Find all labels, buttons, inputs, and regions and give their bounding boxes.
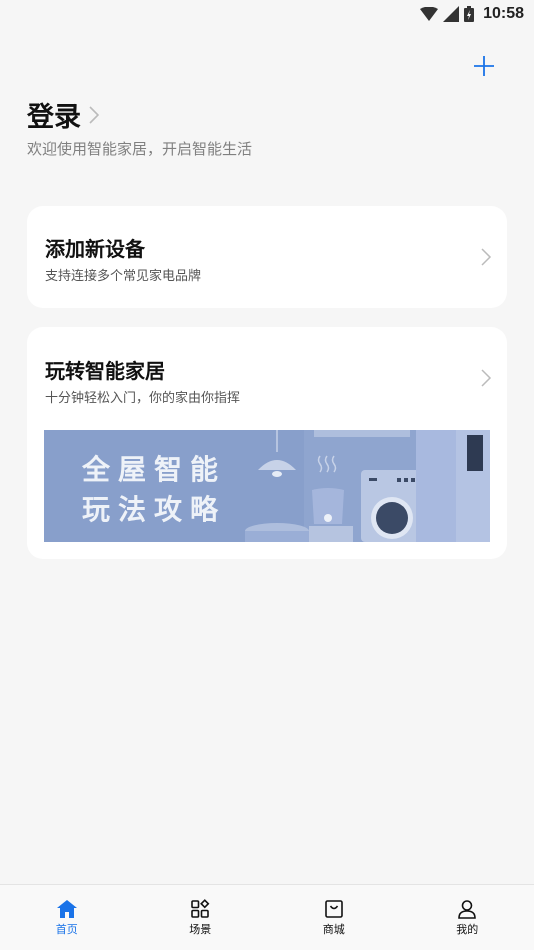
chevron-right-icon <box>481 248 492 266</box>
welcome-subtitle: 欢迎使用智能家居，开启智能生活 <box>27 140 253 158</box>
login-link[interactable]: 登录 <box>27 95 99 134</box>
card-subtitle: 支持连接多个常见家电品牌 <box>45 269 202 284</box>
battery-charging-icon <box>464 6 475 22</box>
tab-scene[interactable]: 场景 <box>134 885 268 950</box>
add-device-card[interactable]: 添加新设备 支持连接多个常见家电品牌 <box>27 206 507 308</box>
smart-home-guide-card[interactable]: 玩转智能家居 十分钟轻松入门，你的家由你指挥 全屋智能 玩法攻略 <box>27 327 507 559</box>
status-bar: 10:58 <box>0 0 534 28</box>
status-time: 10:58 <box>483 5 524 22</box>
card-subtitle: 十分钟轻松入门，你的家由你指挥 <box>45 391 241 406</box>
chevron-right-icon <box>481 369 492 387</box>
guide-banner[interactable]: 全屋智能 玩法攻略 <box>44 430 490 542</box>
banner-text-line2: 玩法攻略 <box>82 493 227 526</box>
chevron-right-icon <box>89 105 99 124</box>
home-icon <box>56 900 77 918</box>
tab-home[interactable]: 首页 <box>0 885 134 950</box>
login-title: 登录 <box>27 102 81 133</box>
tab-label: 我的 <box>456 923 479 936</box>
bottom-tab-bar: 首页 场景 商城 我的 <box>0 884 534 950</box>
shopping-bag-icon <box>324 900 343 918</box>
cellular-signal-icon <box>443 6 460 22</box>
tab-label: 商城 <box>322 923 345 936</box>
tab-profile[interactable]: 我的 <box>401 885 534 950</box>
wifi-icon <box>420 7 439 21</box>
add-device-button[interactable] <box>470 52 498 80</box>
card-title: 玩转智能家居 <box>45 359 165 383</box>
banner-text-line1: 全屋智能 <box>82 453 227 486</box>
card-title: 添加新设备 <box>45 237 145 261</box>
scene-grid-icon <box>191 899 210 918</box>
tab-mall[interactable]: 商城 <box>267 885 401 950</box>
person-icon <box>458 900 477 919</box>
tab-label: 首页 <box>55 923 78 936</box>
tab-label: 场景 <box>189 923 212 936</box>
